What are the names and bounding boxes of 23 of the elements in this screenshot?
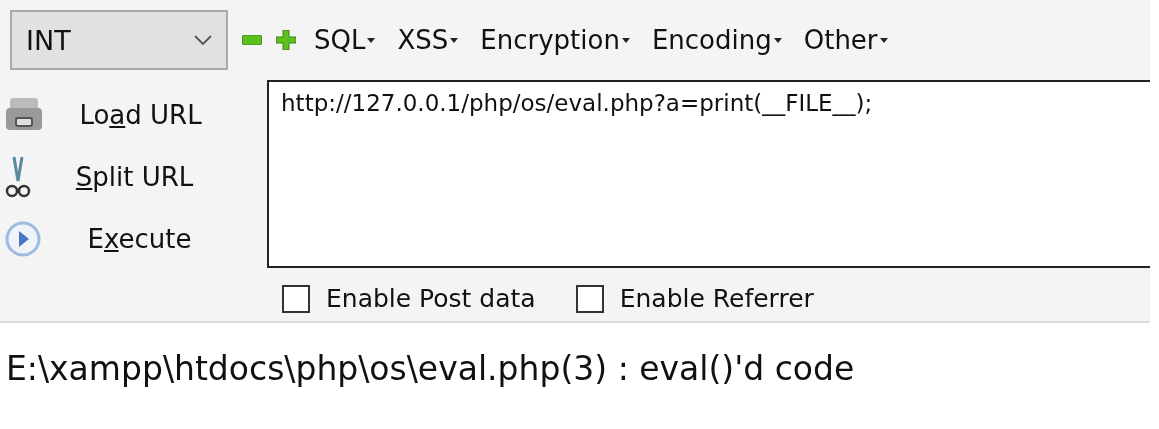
menu-button[interactable]: XSS [393,25,463,55]
dropdown-caret-icon [773,37,782,43]
dropdown-caret-icon [879,37,888,43]
play-icon [4,220,42,258]
url-field[interactable]: http://127.0.0.1/php/os/eval.php?a=print(__FILE__); [267,80,1150,268]
split-url-button[interactable]: Split URL [0,146,268,208]
load-url-button[interactable]: Load URL [0,84,268,146]
menu-button[interactable]: Encryption [476,25,634,55]
menu-button[interactable]: SQL [310,25,380,55]
dropdown-caret-icon [450,37,459,43]
menu-button[interactable]: Other [799,25,892,55]
output-text: E:\xampp\htdocs\php\os\eval.php(3) : eval()'d code [5,348,856,388]
option-checkbox[interactable]: Enable Post data [282,284,536,313]
type-select[interactable]: INT [10,10,228,70]
scissors-icon [4,155,32,199]
menu-button[interactable]: Encoding [647,25,786,55]
minus-icon[interactable] [242,35,262,45]
dropdown-caret-icon [367,37,376,43]
option-checkbox[interactable]: Enable Referrer [575,284,814,313]
chevron-down-icon [194,35,212,45]
plus-icon[interactable] [276,30,296,50]
execute-url-button[interactable]: Execute [0,208,268,270]
dropdown-caret-icon [621,37,630,43]
